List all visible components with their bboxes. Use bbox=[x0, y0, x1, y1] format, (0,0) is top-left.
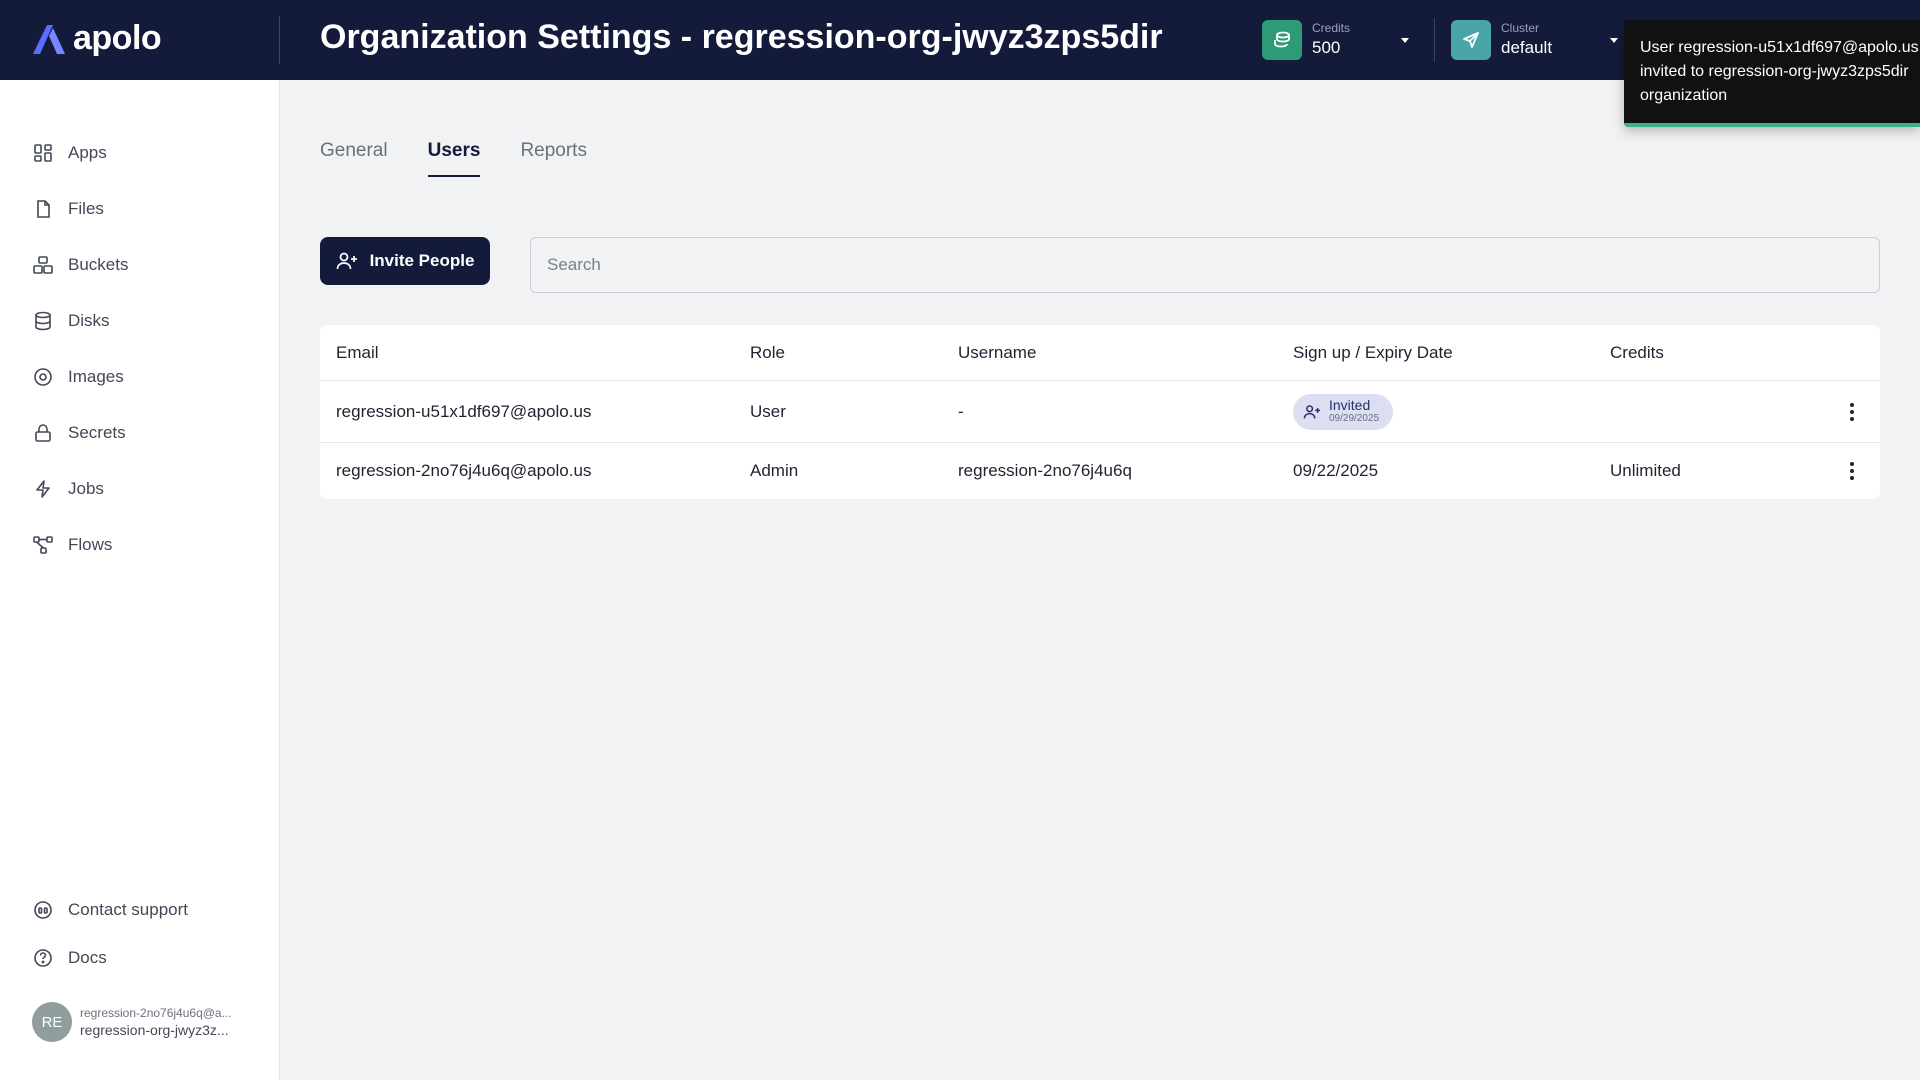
lightning-icon bbox=[32, 478, 54, 500]
cluster-chevron-down-icon[interactable] bbox=[1610, 38, 1618, 43]
row-credits: Unlimited bbox=[1610, 461, 1681, 480]
sidebar-item-label: Contact support bbox=[68, 900, 189, 919]
sidebar-item-label: Images bbox=[68, 367, 124, 386]
sidebar-item-label: Secrets bbox=[68, 423, 126, 442]
row-username: regression-2no76j4u6q bbox=[958, 461, 1132, 480]
avatar: RE bbox=[32, 1002, 72, 1042]
table-row[interactable]: regression-2no76j4u6q@apolo.us Admin reg… bbox=[320, 443, 1880, 499]
sidebar-item-files[interactable]: Files bbox=[32, 193, 104, 225]
sidebar-item-contact-support[interactable]: Contact support bbox=[32, 894, 188, 926]
headset-icon bbox=[32, 899, 54, 921]
sidebar-item-flows[interactable]: Flows bbox=[32, 529, 112, 561]
sidebar-item-buckets[interactable]: Buckets bbox=[32, 249, 128, 281]
lock-icon bbox=[32, 422, 54, 444]
sidebar-item-label: Apps bbox=[68, 143, 107, 162]
apolo-logo-icon bbox=[33, 24, 65, 54]
row-date: Invited 09/29/2025 bbox=[1293, 381, 1394, 442]
invite-people-label: Invite People bbox=[369, 251, 475, 270]
credits-label: Credits bbox=[1312, 21, 1351, 35]
row-role: Admin bbox=[750, 461, 799, 480]
search-input[interactable] bbox=[530, 237, 1880, 293]
cluster-label: Cluster bbox=[1501, 21, 1540, 35]
help-circle-icon bbox=[32, 947, 54, 969]
credits-selector[interactable]: Credits 500 bbox=[1262, 20, 1350, 60]
notification-toast[interactable]: User regression-u51x1df697@apolo.us invi… bbox=[1624, 20, 1920, 127]
row-date: 09/22/2025 bbox=[1293, 461, 1379, 480]
cluster-selector[interactable]: Cluster default bbox=[1451, 20, 1552, 60]
credits-value: 500 bbox=[1312, 38, 1341, 57]
header-divider bbox=[279, 16, 280, 64]
row-role: User bbox=[750, 401, 786, 421]
row-username: - bbox=[958, 401, 964, 421]
buckets-icon bbox=[32, 254, 54, 276]
coins-icon bbox=[1262, 20, 1302, 60]
user-account-menu[interactable]: RE regression-2no76j4u6q@a... regression… bbox=[32, 1002, 260, 1042]
flow-icon bbox=[32, 534, 54, 556]
logo-text: apolo bbox=[73, 19, 162, 57]
file-icon bbox=[32, 198, 54, 220]
row-actions-kebab-icon[interactable] bbox=[1840, 443, 1864, 499]
sidebar-item-docs[interactable]: Docs bbox=[32, 942, 107, 974]
sidebar-item-label: Flows bbox=[68, 535, 113, 554]
disc-icon bbox=[32, 366, 54, 388]
user-email: regression-2no76j4u6q@a... bbox=[80, 1006, 232, 1020]
apps-grid-icon bbox=[32, 142, 54, 164]
apolo-logo[interactable]: apolo bbox=[31, 19, 162, 58]
column-header-date[interactable]: Sign up / Expiry Date bbox=[1293, 325, 1453, 380]
page-title: Organization Settings - regression-org-j… bbox=[320, 18, 1163, 56]
sidebar: Apps Files Buckets Disks Images Secrets … bbox=[0, 80, 280, 1080]
table-row[interactable]: regression-u51x1df697@apolo.us User - In… bbox=[320, 381, 1880, 443]
row-actions-kebab-icon[interactable] bbox=[1840, 381, 1864, 442]
sidebar-item-images[interactable]: Images bbox=[32, 361, 124, 393]
invite-people-button[interactable]: Invite People bbox=[320, 237, 490, 285]
column-header-role[interactable]: Role bbox=[750, 325, 785, 380]
header-separator bbox=[1434, 18, 1435, 62]
sidebar-item-label: Files bbox=[68, 199, 104, 218]
tab-reports[interactable]: Reports bbox=[520, 140, 587, 177]
settings-tabs: General Users Reports bbox=[320, 140, 587, 177]
status-label: Invited bbox=[1329, 397, 1371, 413]
column-header-username[interactable]: Username bbox=[958, 325, 1036, 380]
add-user-icon bbox=[336, 252, 357, 270]
add-user-icon bbox=[1303, 404, 1320, 418]
sidebar-item-jobs[interactable]: Jobs bbox=[32, 473, 104, 505]
sidebar-item-label: Buckets bbox=[68, 255, 129, 274]
toast-message: User regression-u51x1df697@apolo.us invi… bbox=[1640, 39, 1919, 104]
sidebar-item-apps[interactable]: Apps bbox=[32, 137, 107, 169]
row-email: regression-u51x1df697@apolo.us bbox=[336, 401, 592, 421]
sidebar-item-label: Jobs bbox=[68, 479, 104, 498]
sidebar-item-label: Docs bbox=[68, 948, 107, 967]
tab-users[interactable]: Users bbox=[427, 140, 480, 177]
user-org: regression-org-jwyz3z... bbox=[80, 1022, 229, 1038]
table-header-row: Email Role Username Sign up / Expiry Dat… bbox=[320, 325, 1880, 381]
credits-chevron-down-icon[interactable] bbox=[1401, 38, 1409, 43]
sidebar-item-secrets[interactable]: Secrets bbox=[32, 417, 126, 449]
invited-status-badge: Invited 09/29/2025 bbox=[1293, 393, 1394, 430]
sidebar-item-label: Disks bbox=[68, 311, 110, 330]
sidebar-item-disks[interactable]: Disks bbox=[32, 305, 110, 337]
cluster-value: default bbox=[1501, 38, 1553, 57]
users-table: Email Role Username Sign up / Expiry Dat… bbox=[320, 325, 1880, 499]
status-date: 09/29/2025 bbox=[1329, 413, 1380, 424]
column-header-email[interactable]: Email bbox=[336, 325, 379, 380]
send-icon bbox=[1451, 20, 1491, 60]
row-email: regression-2no76j4u6q@apolo.us bbox=[336, 461, 592, 480]
database-icon bbox=[32, 310, 54, 332]
column-header-credits[interactable]: Credits bbox=[1610, 325, 1664, 380]
tab-general[interactable]: General bbox=[320, 140, 388, 177]
